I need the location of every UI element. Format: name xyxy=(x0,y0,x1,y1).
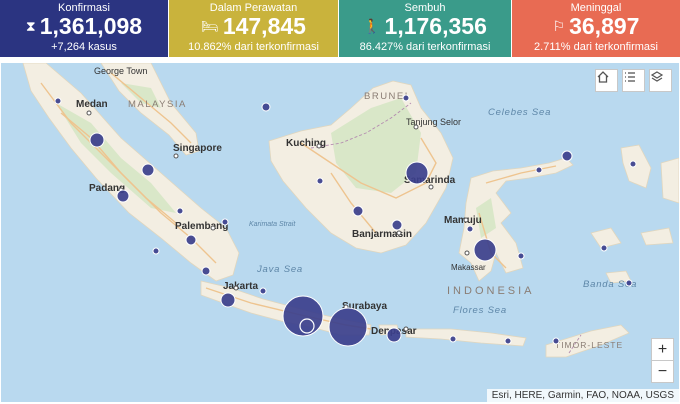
stat-deaths-sub: 2.711% dari terkonfirmasi xyxy=(534,41,658,53)
stat-confirmed-sub: +7,264 kasus xyxy=(51,41,117,53)
list-icon xyxy=(625,72,635,82)
city-dot-mamuju xyxy=(463,217,469,223)
case-marker[interactable] xyxy=(316,177,324,185)
case-marker[interactable] xyxy=(176,207,184,215)
case-marker[interactable] xyxy=(552,337,560,345)
label-java-sea: Java Sea xyxy=(256,264,303,275)
label-makassar: Makassar xyxy=(451,263,486,272)
zoom-in-button[interactable]: + xyxy=(651,338,674,361)
label-malaysia: MALAYSIA xyxy=(128,99,187,110)
case-marker[interactable] xyxy=(282,295,324,337)
stat-confirmed-value: 1,361,098 xyxy=(39,13,143,39)
case-marker[interactable] xyxy=(466,225,474,233)
case-marker[interactable] xyxy=(504,337,512,345)
case-marker[interactable] xyxy=(391,219,403,231)
case-marker[interactable] xyxy=(561,150,573,162)
city-dot-medan xyxy=(86,110,92,116)
case-marker[interactable] xyxy=(259,287,267,295)
case-marker[interactable] xyxy=(261,102,271,112)
case-marker[interactable] xyxy=(629,160,637,168)
case-marker[interactable] xyxy=(116,189,130,203)
stat-confirmed: Konfirmasi ⧗ 1,361,098 +7,264 kasus xyxy=(0,0,168,57)
city-dot-palembang xyxy=(210,225,216,231)
stat-deaths: Meninggal ⚐ 36,897 2.711% dari terkonfirm… xyxy=(512,0,680,57)
label-george-town: George Town xyxy=(94,66,147,76)
map-attribution[interactable]: Esri, HERE, Garmin, FAO, NOAA, USGS xyxy=(486,389,679,402)
label-flores-sea: Flores Sea xyxy=(453,305,507,316)
label-palembang: Palembang xyxy=(175,221,228,232)
city-dot-jakarta xyxy=(233,285,239,291)
case-marker[interactable] xyxy=(449,335,457,343)
stats-bar: Konfirmasi ⧗ 1,361,098 +7,264 kasus Dalam… xyxy=(0,0,680,57)
stat-deaths-value: 36,897 xyxy=(569,13,640,39)
label-medan: Medan xyxy=(76,99,108,110)
label-banjarmasin: Banjarmasin xyxy=(352,229,412,240)
city-dot-makassar xyxy=(464,250,470,256)
label-singapore: Singapore xyxy=(173,143,222,154)
label-jakarta: Jakarta xyxy=(223,281,258,292)
case-marker[interactable] xyxy=(517,252,525,260)
home-icon xyxy=(597,71,609,83)
city-dot-tanjung-selor xyxy=(413,124,419,130)
legend-button[interactable] xyxy=(622,69,645,92)
case-marker[interactable] xyxy=(141,163,155,177)
label-celebes-sea: Celebes Sea xyxy=(488,107,551,118)
stat-recovered: Sembuh 🚶 1,176,356 86.427% dari terkonfir… xyxy=(339,0,511,57)
case-marker[interactable] xyxy=(221,218,229,226)
case-marker[interactable] xyxy=(328,307,368,347)
stat-treated-value: 147,845 xyxy=(222,13,306,39)
label-brunei: BRUNEI xyxy=(364,91,409,102)
stat-treated-sub: 10.862% dari terkonfirmasi xyxy=(188,41,319,53)
case-marker[interactable] xyxy=(473,238,497,262)
bed-icon: 🛏 xyxy=(201,18,219,34)
map-view[interactable]: George Town MALAYSIA Medan BRUNEI Tanjun… xyxy=(1,63,679,402)
case-marker[interactable] xyxy=(220,292,236,308)
case-marker[interactable] xyxy=(405,161,429,185)
city-dot-denpasar xyxy=(403,326,409,332)
case-marker[interactable] xyxy=(600,244,608,252)
case-marker[interactable] xyxy=(625,279,633,287)
land-papua-edge xyxy=(660,157,679,204)
case-marker[interactable] xyxy=(185,234,197,246)
walking-person-icon: 🚶 xyxy=(363,18,381,34)
city-dot-kuching xyxy=(316,143,322,149)
case-marker[interactable] xyxy=(402,94,410,102)
home-button[interactable] xyxy=(595,69,618,92)
map-canvas[interactable]: George Town MALAYSIA Medan BRUNEI Tanjun… xyxy=(1,63,679,402)
zoom-out-button[interactable]: − xyxy=(651,360,674,383)
label-indonesia: INDONESIA xyxy=(447,285,535,297)
case-marker[interactable] xyxy=(54,97,62,105)
case-marker[interactable] xyxy=(89,132,105,148)
case-marker[interactable] xyxy=(152,247,160,255)
label-karimata-strait: Karimata Strait xyxy=(249,221,296,228)
hourglass-icon: ⧗ xyxy=(25,18,36,34)
stat-treated: Dalam Perawatan 🛏 147,845 10.862% dari te… xyxy=(169,0,338,57)
label-timor-leste: TIMOR-LESTE xyxy=(555,340,623,350)
case-marker[interactable] xyxy=(535,166,543,174)
case-marker[interactable] xyxy=(201,266,211,276)
city-dot-samarinda xyxy=(428,184,434,190)
label-mamuju: Mamuju xyxy=(444,215,482,226)
stat-recovered-sub: 86.427% dari terkonfirmasi xyxy=(359,41,491,53)
layers-button[interactable] xyxy=(649,69,672,92)
case-marker[interactable] xyxy=(386,327,402,343)
fallen-person-icon: ⚐ xyxy=(552,18,566,34)
case-marker[interactable] xyxy=(352,205,364,217)
stat-recovered-value: 1,176,356 xyxy=(384,13,487,39)
city-dot-banjarmasin xyxy=(396,230,402,236)
city-dot-singapore xyxy=(173,153,179,159)
layers-icon xyxy=(650,71,664,82)
